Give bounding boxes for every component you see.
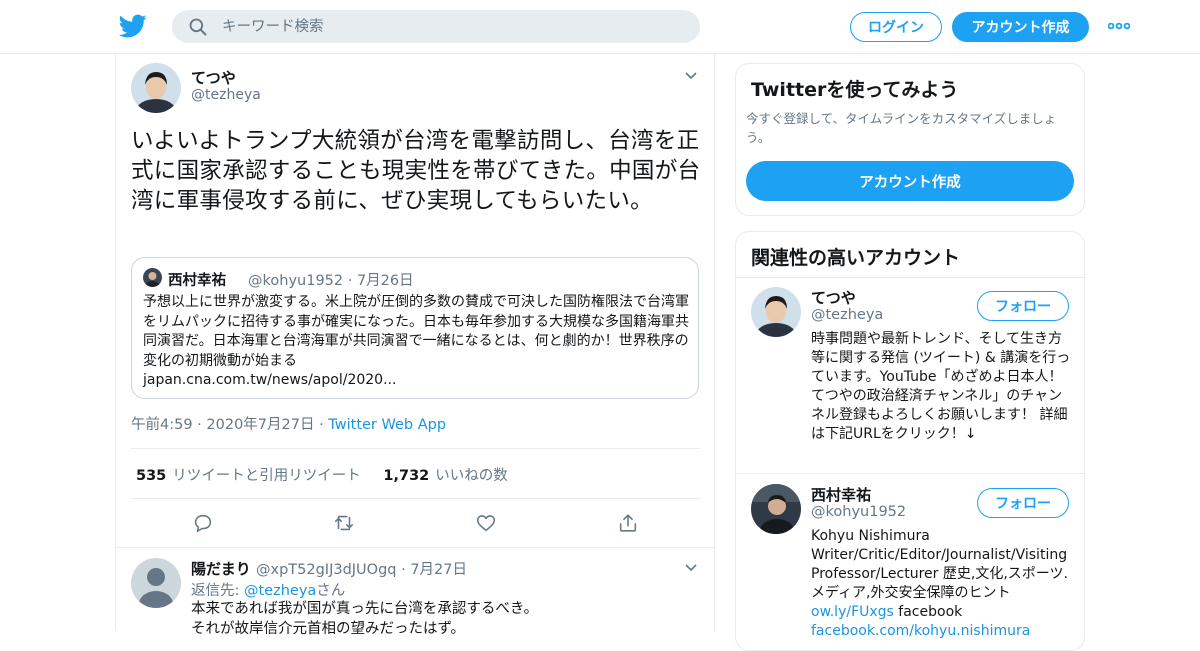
avatar[interactable] [131, 63, 181, 113]
divider [131, 448, 700, 449]
quote-link[interactable]: japan.cna.com.tw/news/apol/2020... [143, 372, 396, 388]
default-avatar-icon[interactable] [131, 558, 181, 608]
login-button[interactable]: ログイン [850, 12, 942, 42]
author-name[interactable]: てつや [191, 67, 236, 88]
reply-to-user-link[interactable]: @tezheya [244, 583, 316, 599]
search-input[interactable] [222, 10, 682, 43]
search-bar [172, 10, 700, 43]
account-handle[interactable]: @kohyu1952 [811, 504, 906, 520]
retweet-count: 535 [136, 468, 167, 484]
quote-body: 予想以上に世界が激変する。米上院が圧倒的多数の賛成で可決した国防権限法で台湾軍を… [143, 294, 689, 369]
quote-author-handle: @kohyu1952 · 7月26日 [248, 269, 414, 290]
divider [736, 473, 1084, 474]
reply-text-line: 本来であれば我が国が真っ先に台湾を承認するべき。 [191, 601, 539, 617]
divider [736, 277, 1084, 278]
reply-to-prefix: 返信先: [191, 583, 244, 599]
account-bio: Kohyu Nishimura Writer/Critic/Editor/Jou… [811, 527, 1073, 641]
avatar[interactable] [751, 287, 801, 337]
reply-author-handle[interactable]: @xpT52gIJ3dJUOgq · 7月27日 [256, 558, 467, 579]
chevron-down-icon[interactable] [685, 564, 697, 572]
related-accounts-card: 関連性の高いアカウント てつや @tezheya フォロー 時事問題や最新トレン… [735, 231, 1085, 651]
account-bio-link[interactable]: ow.ly/FUxgs [811, 604, 894, 620]
signup-button[interactable]: アカウント作成 [952, 12, 1089, 42]
related-accounts-title: 関連性の高いアカウント [751, 247, 961, 269]
like-label: いいねの数 [435, 468, 508, 484]
account-bio-text: facebook [893, 604, 963, 620]
chevron-down-icon[interactable] [685, 72, 697, 80]
reply-to-suffix: さん [316, 583, 346, 599]
like-stat[interactable]: 1,732 いいねの数 [383, 468, 507, 484]
follow-button[interactable]: フォロー [977, 488, 1069, 518]
signup-card-title: Twitterを使ってみよう [751, 79, 959, 101]
tweet-source-app[interactable]: Twitter Web App [328, 417, 446, 433]
like-icon[interactable] [475, 512, 497, 534]
search-icon [189, 18, 207, 36]
reply-icon[interactable] [192, 512, 214, 534]
quoted-tweet[interactable]: 西村幸祐 @kohyu1952 · 7月26日 予想以上に世界が激変する。米上院… [131, 257, 699, 399]
avatar[interactable] [751, 484, 801, 534]
twitter-bird-icon[interactable] [119, 12, 147, 40]
retweet-icon[interactable] [333, 512, 355, 534]
account-name[interactable]: 西村幸祐 [811, 484, 871, 505]
divider [116, 547, 714, 548]
reply-text: 本来であれば我が国が真っ先に台湾を承認するべき。 それが故岸信介元首相の望みだっ… [191, 600, 691, 639]
quote-handle: @kohyu1952 [248, 273, 344, 289]
avatar [143, 268, 162, 287]
follow-button[interactable]: フォロー [977, 291, 1069, 321]
retweet-stat[interactable]: 535 リツイートと引用リツイート [136, 468, 361, 484]
quote-author-name: 西村幸祐 [168, 273, 226, 289]
signup-card: Twitterを使ってみよう 今すぐ登録して、タイムラインをカスタマイズしましょ… [735, 63, 1085, 216]
share-icon[interactable] [617, 512, 639, 534]
reply-context: 返信先: @tezheyaさん [191, 579, 345, 600]
quote-date: · 7月26日 [347, 273, 414, 289]
signup-card-button[interactable]: アカウント作成 [746, 161, 1074, 201]
tweet-stats: 535 リツイートと引用リツイート 1,732 いいねの数 [136, 464, 508, 485]
more-dots-icon[interactable] [1108, 22, 1130, 30]
account-name[interactable]: てつや [811, 287, 856, 308]
quote-text: 予想以上に世界が激変する。米上院が圧倒的多数の賛成で可決した国防権限法で台湾軍を… [143, 293, 691, 391]
signup-card-subtitle: 今すぐ登録して、タイムラインをカスタマイズしましょう。 [746, 111, 1057, 145]
retweet-label: リツイートと引用リツイート [172, 468, 361, 484]
reply-author-name[interactable]: 陽だまり [191, 558, 251, 579]
tweet-timestamp: 午前4:59 · 2020年7月27日 · Twitter Web App [131, 413, 446, 434]
like-count: 1,732 [383, 468, 430, 484]
author-handle[interactable]: @tezheya [191, 87, 261, 103]
tweet-time[interactable]: 午前4:59 · 2020年7月27日 · [131, 417, 328, 433]
account-bio-link[interactable]: facebook.com/kohyu.nishimura [811, 623, 1030, 639]
divider [131, 498, 700, 499]
reply-text-line: それが故岸信介元首相の望みだったはず。 [191, 620, 466, 637]
tweet-text: いよいよトランプ大統領が台湾を電撃訪問し、台湾を正式に国家承認することも現実性を… [131, 128, 701, 214]
top-bar: ログイン アカウント作成 [0, 0, 1200, 54]
account-bio: 時事問題や最新トレンド、そして生き方等に関する発信 (ツイート) & 講演を行っ… [811, 331, 1071, 442]
account-handle[interactable]: @tezheya [811, 307, 883, 323]
tweet-column: てつや @tezheya いよいよトランプ大統領が台湾を電撃訪問し、台湾を正式に… [115, 54, 715, 637]
account-bio-text: Kohyu Nishimura Writer/Critic/Editor/Jou… [811, 528, 1068, 601]
